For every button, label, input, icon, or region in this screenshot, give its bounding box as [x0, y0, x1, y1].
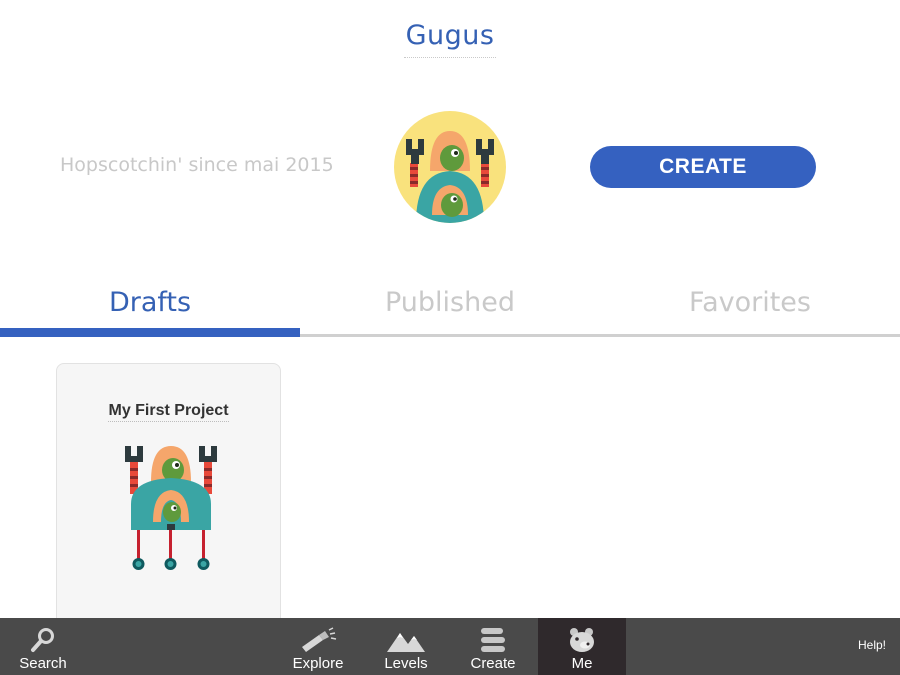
project-card[interactable]: My First Project	[56, 363, 281, 633]
flashlight-icon	[302, 627, 337, 652]
tabbar-search[interactable]: Search	[8, 618, 78, 675]
tabbar-levels[interactable]: Levels	[371, 618, 441, 675]
active-tab-indicator	[0, 328, 300, 337]
robot-avatar-icon	[406, 131, 494, 223]
tabbar-create-label: Create	[470, 655, 516, 672]
search-icon	[31, 628, 54, 652]
bottom-tab-bar: Search Explore Levels Create Me Help!	[0, 618, 900, 675]
project-title-text: My First Project	[108, 402, 229, 422]
tab-published[interactable]: Published	[300, 270, 600, 334]
tab-drafts[interactable]: Drafts	[0, 270, 300, 334]
tabbar-explore[interactable]: Explore	[283, 618, 353, 675]
bear-icon	[570, 628, 594, 652]
robot-icon	[125, 446, 217, 570]
tabbar-me-label: Me	[571, 655, 593, 672]
help-link[interactable]: Help!	[858, 638, 886, 652]
tab-favorites[interactable]: Favorites	[600, 270, 900, 334]
tabbar-create[interactable]: Create	[458, 618, 528, 675]
project-title: My First Project	[57, 400, 280, 422]
tabbar-me[interactable]: Me	[538, 618, 626, 675]
avatar[interactable]	[394, 111, 506, 223]
tabbar-levels-label: Levels	[384, 655, 428, 672]
create-button[interactable]: CREATE	[590, 146, 816, 188]
mountains-icon	[387, 633, 425, 652]
profile-tabs: Drafts Published Favorites	[0, 270, 900, 338]
layers-icon	[481, 628, 505, 652]
profile-username: Gugus	[0, 20, 900, 58]
username-text: Gugus	[403, 20, 497, 58]
tabbar-explore-label: Explore	[292, 655, 344, 672]
member-since-text: Hopscotchin' since mai 2015	[60, 154, 334, 176]
tabbar-search-label: Search	[19, 655, 67, 672]
